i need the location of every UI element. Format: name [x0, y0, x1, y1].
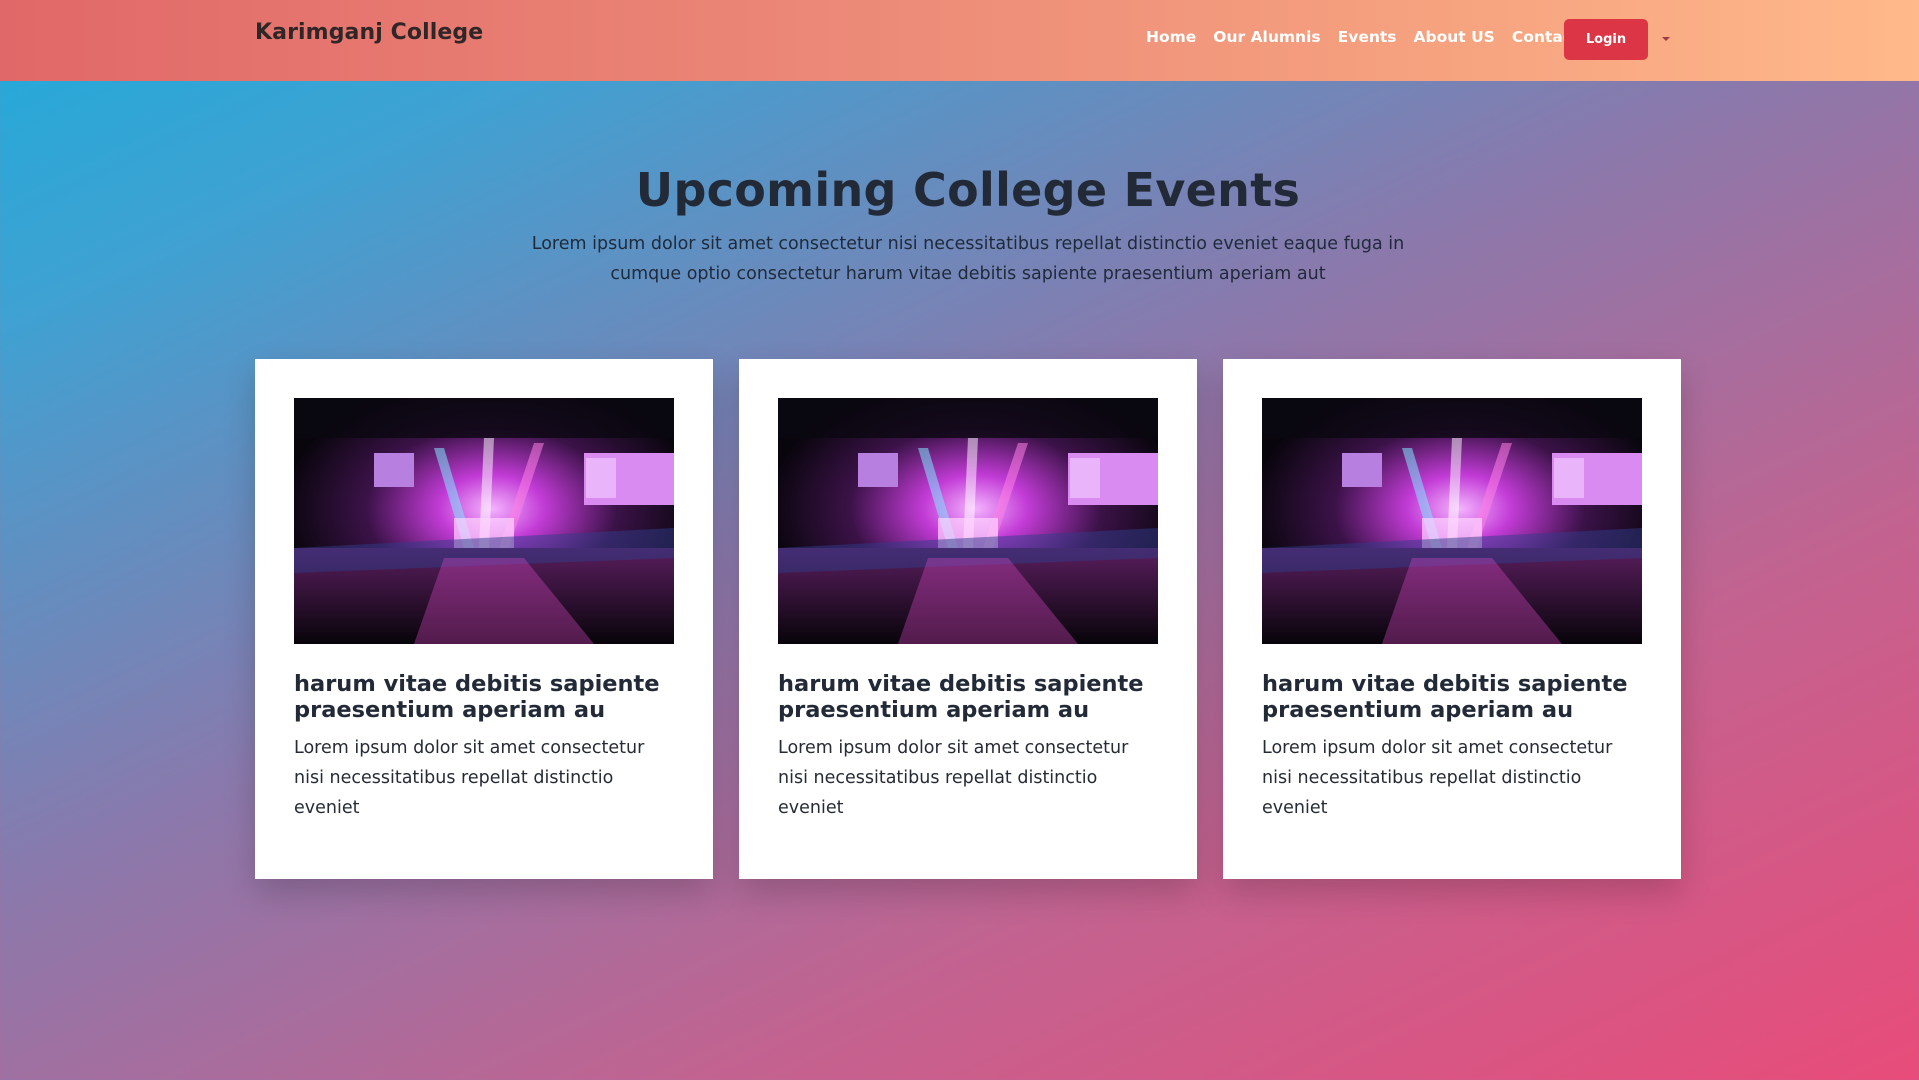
dropdown-caret-icon[interactable]: [1662, 37, 1670, 41]
nav-link-events[interactable]: Events: [1338, 28, 1397, 46]
event-card-text: Lorem ipsum dolor sit amet consectetur n…: [778, 738, 1129, 818]
event-card-title: harum vitae debitis sapiente praesentium…: [294, 671, 660, 723]
event-card: harum vitae debitis sapiente praesentium…: [1223, 359, 1681, 879]
concert-stage-image: [294, 398, 674, 644]
event-card-text: Lorem ipsum dolor sit amet consectetur n…: [1262, 738, 1613, 818]
login-button[interactable]: Login: [1564, 19, 1648, 60]
event-card: harum vitae debitis sapiente praesentium…: [739, 359, 1197, 879]
event-card-text: Lorem ipsum dolor sit amet consectetur n…: [294, 738, 645, 818]
nav-links: Home Our Alumnis Events About US Contact: [1146, 28, 1596, 46]
nav-link-home[interactable]: Home: [1146, 28, 1196, 46]
navbar: Karimganj College Home Our Alumnis Event…: [0, 0, 1919, 81]
brand-logo-text[interactable]: Karimganj College: [255, 20, 483, 45]
page-title: Upcoming College Events: [635, 163, 1301, 217]
section-description: Lorem ipsum dolor sit amet consectetur n…: [531, 234, 1405, 284]
event-card-title: harum vitae debitis sapiente praesentium…: [1262, 671, 1628, 723]
concert-stage-image: [778, 398, 1158, 644]
concert-stage-image: [1262, 398, 1642, 644]
nav-link-about-us[interactable]: About US: [1414, 28, 1495, 46]
event-card-title: harum vitae debitis sapiente praesentium…: [778, 671, 1144, 723]
event-card: harum vitae debitis sapiente praesentium…: [255, 359, 713, 879]
nav-link-our-alumnis[interactable]: Our Alumnis: [1213, 28, 1320, 46]
